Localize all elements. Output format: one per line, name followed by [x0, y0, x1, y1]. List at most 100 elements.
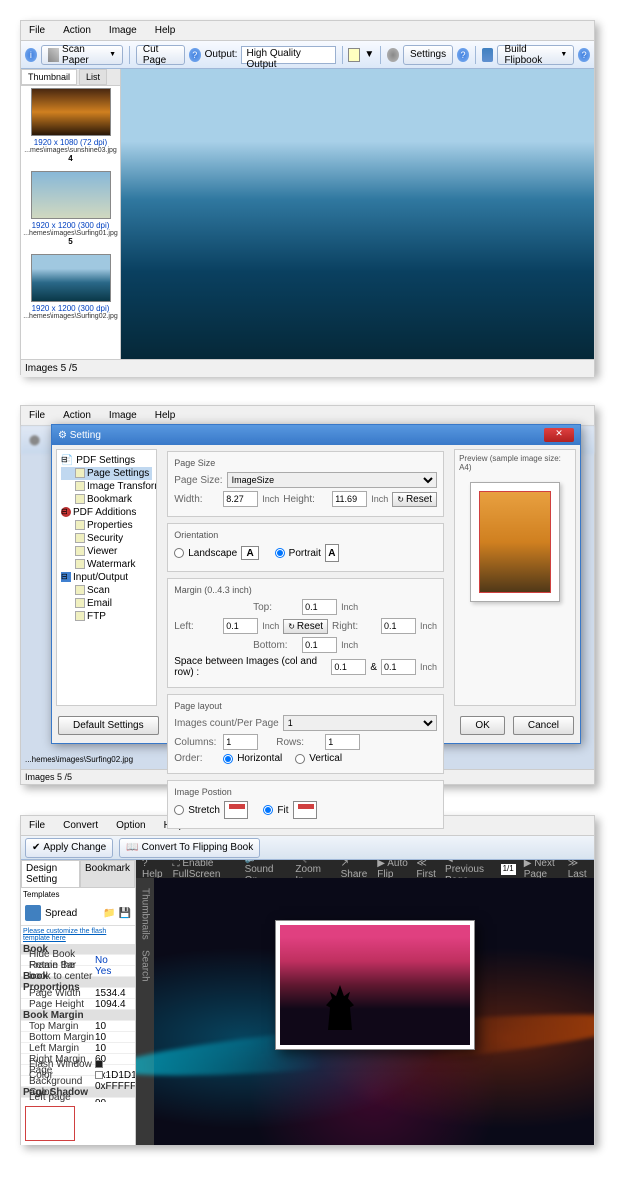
settings-tree[interactable]: ⊟📄 PDF Settings Page Settings Image Tran…	[56, 449, 157, 706]
build-flipbook-button[interactable]: Build Flipbook▼	[497, 45, 574, 65]
unit-inch: Inch	[371, 494, 388, 504]
menu-option[interactable]: Option	[112, 818, 149, 833]
reset-button[interactable]: ↻ Reset	[392, 492, 437, 507]
info-icon[interactable]: i	[25, 48, 37, 62]
bottom-label: Bottom:	[253, 640, 298, 651]
template-row[interactable]: Spread 📁 💾	[21, 901, 135, 926]
flipbook-page[interactable]	[275, 920, 475, 1050]
menu-help[interactable]: Help	[151, 23, 180, 38]
close-button[interactable]: ✕	[544, 428, 574, 442]
customize-hint[interactable]: Please customize the flash template here	[21, 926, 135, 944]
next-page-button[interactable]: ▶ Next Page	[524, 860, 560, 880]
help-button[interactable]: ? Help	[142, 860, 163, 880]
count-select[interactable]: 1	[283, 715, 437, 731]
cols-input[interactable]	[223, 734, 258, 750]
menu-convert[interactable]: Convert	[59, 818, 102, 833]
property-row[interactable]: Page Height1094.4	[21, 999, 135, 1010]
tab-bookmark[interactable]: Bookmark	[80, 860, 135, 888]
menu-help[interactable]: Help	[151, 408, 180, 423]
property-grid[interactable]: BookHide Book Frame BarNoRetain the book…	[21, 944, 135, 1102]
margin-bottom-input[interactable]	[302, 637, 337, 653]
reset-margin-button[interactable]: ↻ Reset	[283, 619, 328, 634]
tree-group-input-output[interactable]: ⊟Input/Output	[61, 571, 152, 584]
right-label: Right:	[332, 621, 377, 632]
color-picker[interactable]	[348, 48, 360, 62]
viewer-toolbar: ? Help ⛶ Enable FullScreen 🔊 Sound On 🔍 …	[136, 860, 594, 878]
tree-item-properties[interactable]: Properties	[61, 519, 152, 532]
menu-action[interactable]: Action	[59, 408, 95, 423]
tab-list[interactable]: List	[79, 69, 107, 85]
last-page-button[interactable]: ≫ Last	[568, 860, 588, 880]
output-select[interactable]: High Quality Output	[241, 46, 335, 64]
thumbnails-tab[interactable]: Thumbnails	[140, 888, 151, 940]
vertical-radio[interactable]	[295, 754, 305, 764]
width-input[interactable]	[223, 491, 258, 507]
stretch-radio[interactable]	[174, 805, 184, 815]
first-page-button[interactable]: ≪ First	[416, 860, 437, 880]
menu-file[interactable]: File	[25, 23, 49, 38]
tab-thumbnail[interactable]: Thumbnail	[21, 69, 77, 85]
thumbnail-dimensions: 1920 x 1200 (300 dpi)	[23, 221, 118, 230]
tree-item-page-settings[interactable]: Page Settings	[61, 467, 152, 480]
cut-help-icon[interactable]: ?	[189, 48, 201, 62]
menu-action[interactable]: Action	[59, 23, 95, 38]
settings-button[interactable]: Settings	[403, 45, 453, 65]
portrait-radio[interactable]	[275, 548, 285, 558]
default-settings-button[interactable]: Default Settings	[58, 716, 159, 735]
height-input[interactable]	[332, 491, 367, 507]
tree-item-image-transform[interactable]: Image Transform	[61, 480, 152, 493]
tree-item-email[interactable]: Email	[61, 597, 152, 610]
convert-button[interactable]: 📖 Convert To Flipping Book	[119, 838, 260, 858]
thumbnail-item[interactable]: 1920 x 1200 (300 dpi) ...hemes\images\Su…	[23, 254, 118, 320]
cut-page-button[interactable]: Cut Page	[136, 45, 185, 65]
property-row[interactable]: Top Margin10	[21, 1021, 135, 1032]
space-col-input[interactable]	[331, 659, 366, 675]
group-margin: Margin (0..4.3 inch)	[174, 585, 437, 595]
tree-item-security[interactable]: Security	[61, 532, 152, 545]
menu-image[interactable]: Image	[105, 23, 141, 38]
page-size-select[interactable]: ImageSize	[227, 472, 437, 488]
apply-change-button[interactable]: ✔ Apply Change	[25, 838, 113, 858]
share-button[interactable]: ↗ Share	[341, 860, 368, 880]
tree-item-scan[interactable]: Scan	[61, 584, 152, 597]
autoflip-button[interactable]: ▶ Auto Flip	[377, 860, 408, 880]
fit-radio[interactable]	[263, 805, 273, 815]
tree-item-ftp[interactable]: FTP	[61, 610, 152, 623]
scan-paper-button[interactable]: Scan Paper▼	[41, 45, 123, 65]
thumbnail-item[interactable]: 1920 x 1080 (72 dpi) ...mes\images\sunsh…	[23, 88, 118, 163]
landscape-radio[interactable]	[174, 548, 184, 558]
margin-top-input[interactable]	[302, 599, 337, 615]
ok-button[interactable]: OK	[460, 716, 504, 735]
property-row[interactable]: Left page Shadow90	[21, 1098, 135, 1102]
property-row[interactable]: Left Margin10	[21, 1043, 135, 1054]
rows-input[interactable]	[325, 734, 360, 750]
tree-group-pdf-settings[interactable]: ⊟📄 PDF Settings	[61, 454, 152, 467]
space-row-input[interactable]	[381, 659, 416, 675]
build-help-icon[interactable]: ?	[578, 48, 590, 62]
preview-thumb	[25, 1106, 75, 1141]
thumbnail-path: ...hemes\images\Surfing01.jpg	[23, 230, 118, 237]
landscape-icon: A	[241, 546, 259, 560]
margin-left-input[interactable]	[223, 618, 258, 634]
thumbnail-list[interactable]: 1920 x 1080 (72 dpi) ...mes\images\sunsh…	[21, 86, 120, 359]
property-row[interactable]: Page Background Color 0xFFFFFF	[21, 1076, 135, 1087]
cancel-button[interactable]: Cancel	[513, 716, 574, 735]
menu-file[interactable]: File	[25, 818, 49, 833]
thumbnail-item[interactable]: 1920 x 1200 (300 dpi) ...hemes\images\Su…	[23, 171, 118, 246]
search-tab[interactable]: Search	[140, 950, 151, 982]
property-row[interactable]: Page Width1534.4	[21, 988, 135, 999]
tab-design-setting[interactable]: Design Setting	[21, 860, 80, 888]
tree-item-viewer[interactable]: Viewer	[61, 545, 152, 558]
group-position: Image Postion	[174, 787, 437, 797]
menu-image[interactable]: Image	[105, 408, 141, 423]
tree-group-pdf-additions[interactable]: ⊟PDF Additions	[61, 506, 152, 519]
horizontal-radio[interactable]	[223, 754, 233, 764]
fullscreen-button[interactable]: ⛶ Enable FullScreen	[173, 860, 235, 880]
menu-file[interactable]: File	[25, 408, 49, 423]
margin-right-input[interactable]	[381, 618, 416, 634]
settings-help-icon[interactable]: ?	[457, 48, 469, 62]
property-row[interactable]: Bottom Margin10	[21, 1032, 135, 1043]
tree-item-watermark[interactable]: Watermark	[61, 558, 152, 571]
tree-item-bookmark[interactable]: Bookmark	[61, 493, 152, 506]
page-input[interactable]: 1/1	[501, 864, 516, 875]
